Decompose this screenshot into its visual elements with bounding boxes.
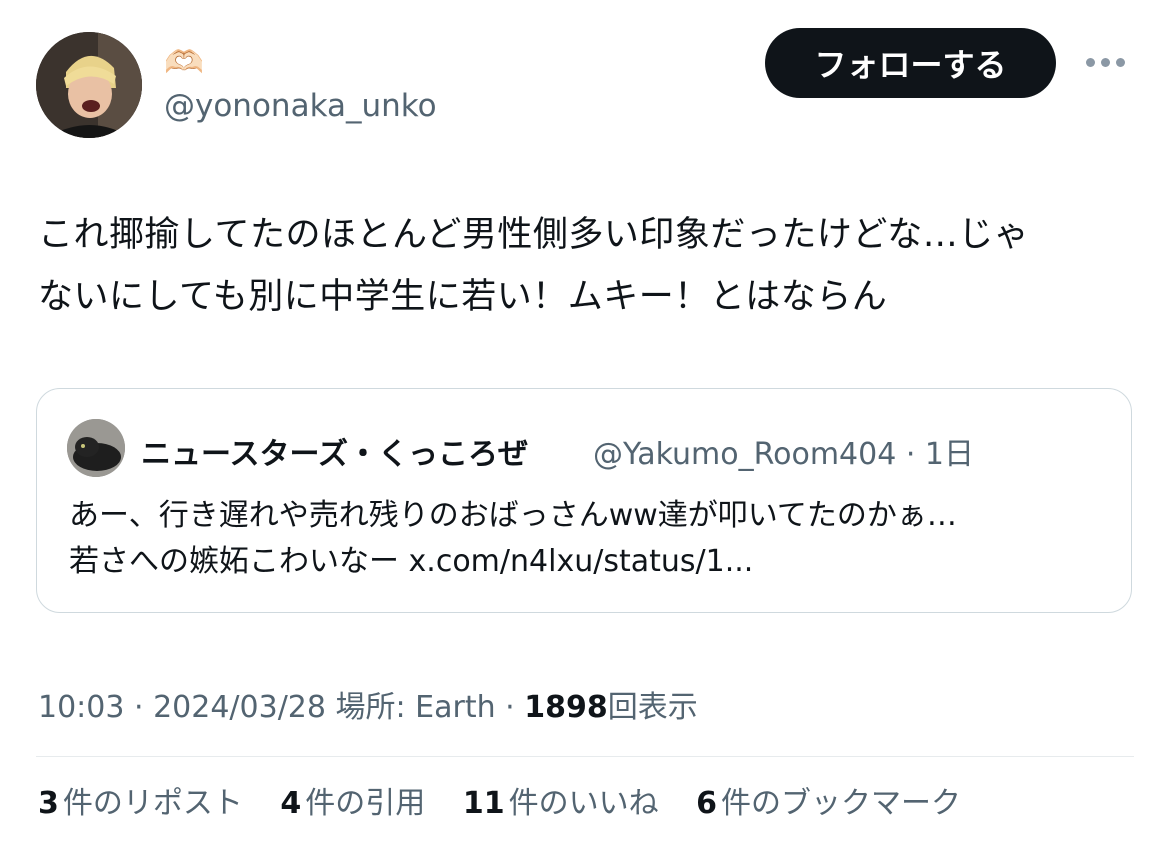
quotes-stat[interactable]: 4 件の引用	[280, 786, 425, 821]
tweet-metadata: 10:03 · 2024/03/28 場所: Earth · 1898回表示	[38, 686, 698, 730]
likes-label: 件のいいね	[508, 786, 659, 821]
quoted-author-avatar[interactable]	[67, 419, 125, 477]
timestamp-location[interactable]: 10:03 · 2024/03/28 場所: Earth ·	[38, 690, 524, 725]
divider	[36, 756, 1134, 757]
tweet-text-line: ないにしても別に中学生に若い！ムキー！とはならん	[38, 277, 888, 317]
follow-button[interactable]: フォローする	[765, 28, 1056, 98]
tweet-text-line: これ揶揄してたのほとんど男性側多い印象だったけどな…じゃ	[38, 215, 1030, 255]
bookmarks-label: 件のブックマーク	[721, 786, 962, 821]
bookmarks-count: 6	[696, 786, 718, 821]
quotes-count: 4	[280, 786, 302, 821]
likes-stat[interactable]: 11 件のいいね	[463, 786, 659, 821]
quoted-author-name[interactable]: ニュースターズ・くっころぜ	[141, 429, 528, 473]
tweet-text: これ揶揄してたのほとんど男性側多い印象だったけどな…じゃ ないにしても別に中学生…	[38, 204, 1138, 328]
quoted-author-handle: @Yakumo_Room404 · 1日	[593, 437, 975, 472]
quoted-tweet-text: あー、行き遅れや売れ残りのおばっさんww達が叩いてたのかぁ… 若さへの嫉妬こわい…	[69, 493, 957, 585]
reposts-count: 3	[38, 786, 59, 821]
author-handle[interactable]: @yononaka_unko	[164, 86, 437, 126]
engagement-stats: 3 件のリポスト 4 件の引用 11 件のいいね 6 件のブックマーク	[38, 782, 989, 826]
author-display-name: 🫶🏻	[164, 43, 204, 81]
quoted-text-line: 若さへの嫉妬こわいなー x.com/n4lxu/status/1...	[69, 544, 754, 579]
views-label: 回表示	[607, 690, 698, 725]
likes-count: 11	[462, 786, 505, 821]
quotes-label: 件の引用	[305, 786, 426, 821]
quoted-text-line: あー、行き遅れや売れ残りのおばっさんww達が叩いてたのかぁ…	[69, 498, 957, 533]
author-avatar[interactable]	[36, 32, 142, 138]
more-horizontal-icon[interactable]	[1086, 52, 1130, 72]
reposts-label: 件のリポスト	[62, 786, 243, 821]
views-count: 1898	[524, 690, 608, 725]
quoted-tweet-card[interactable]: ニュースターズ・くっころぜ @Yakumo_Room404 · 1日 あー、行き…	[36, 388, 1132, 613]
bookmarks-stat[interactable]: 6 件のブックマーク	[696, 786, 961, 821]
reposts-stat[interactable]: 3 件のリポスト	[38, 786, 243, 821]
